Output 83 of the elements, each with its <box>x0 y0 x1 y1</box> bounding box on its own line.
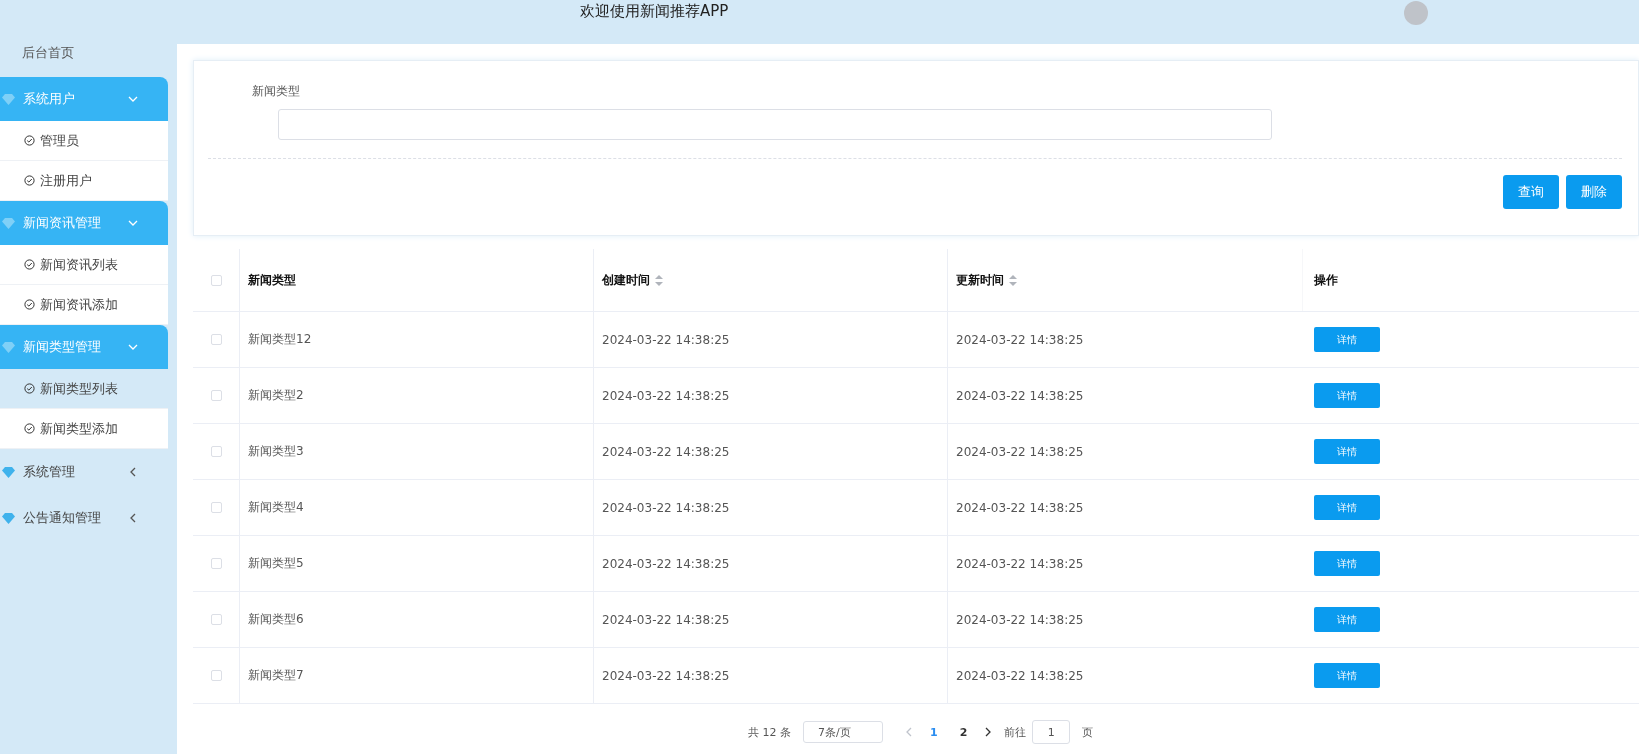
table-cell: 2024-03-22 14:38:25 <box>956 668 1084 683</box>
table-cell: 新闻类型2 <box>248 387 304 404</box>
page-input[interactable]: 1 <box>1032 720 1071 744</box>
chevron-icon <box>128 513 138 523</box>
checkbox[interactable] <box>210 558 222 569</box>
subitem-label: 新闻资讯列表 <box>40 255 118 274</box>
avatar-icon[interactable] <box>1403 0 1429 26</box>
chevron-icon <box>128 218 138 228</box>
sidebar-item[interactable]: 后台首页 <box>0 44 168 76</box>
table-cell: 新闻类型5 <box>248 555 304 572</box>
page-size-select[interactable]: 7条/页 <box>803 721 883 743</box>
sidebar-subitem[interactable]: 新闻类型添加 <box>0 409 168 449</box>
checkbox[interactable] <box>210 670 222 681</box>
prev-icon[interactable] <box>905 727 913 737</box>
column-header: 更新时间 <box>956 271 1004 289</box>
check-circle-icon <box>24 383 35 394</box>
checkbox[interactable] <box>210 274 222 286</box>
group-label: 系统用户 <box>23 90 76 108</box>
table-cell: 2024-03-22 14:38:25 <box>602 332 730 347</box>
diamond-icon <box>2 466 15 478</box>
checkbox[interactable] <box>210 390 222 401</box>
table-cell: 2024-03-22 14:38:25 <box>602 444 730 459</box>
sidebar-subitem[interactable]: 注册用户 <box>0 161 168 201</box>
page-number[interactable]: 2 <box>954 725 973 739</box>
diamond-icon <box>2 217 15 229</box>
check-circle-icon <box>24 135 35 146</box>
header-cell[interactable]: 更新时间 <box>947 249 1302 311</box>
checkbox[interactable] <box>210 614 222 625</box>
group-label: 新闻资讯管理 <box>23 214 102 232</box>
subitem-label: 新闻类型列表 <box>40 379 118 398</box>
column-header: 创建时间 <box>602 271 650 289</box>
subitem-label: 新闻类型添加 <box>40 419 118 438</box>
group-label: 公告通知管理 <box>23 509 102 527</box>
sidebar-subitem[interactable]: 新闻资讯添加 <box>0 285 168 325</box>
table-cell: 新闻类型6 <box>248 611 304 628</box>
table-cell: 2024-03-22 14:38:25 <box>602 612 730 627</box>
page-title: 欢迎使用新闻推荐APP <box>580 2 729 21</box>
chevron-icon <box>128 467 138 477</box>
table-cell: 2024-03-22 14:38:25 <box>602 500 730 515</box>
chevron-icon <box>128 342 138 352</box>
check-circle-icon <box>24 299 35 310</box>
check-circle-icon <box>24 423 35 434</box>
page-number[interactable]: 1 <box>925 725 943 739</box>
table-cell: 2024-03-22 14:38:25 <box>956 556 1084 571</box>
subitem-label: 注册用户 <box>40 171 92 190</box>
check-circle-icon <box>24 259 35 270</box>
header-cell[interactable]: 创建时间 <box>593 249 947 311</box>
group-label: 系统管理 <box>23 463 76 481</box>
table-cell: 2024-03-22 14:38:25 <box>602 556 730 571</box>
table-cell: 2024-03-22 14:38:25 <box>602 388 730 403</box>
table-cell: 新闻类型7 <box>248 667 304 684</box>
table-cell: 2024-03-22 14:38:25 <box>956 332 1084 347</box>
next-icon[interactable] <box>984 727 993 737</box>
checkbox[interactable] <box>210 334 222 345</box>
checkbox[interactable] <box>210 502 222 513</box>
table-cell: 新闻类型12 <box>248 331 312 348</box>
table-cell: 新闻类型3 <box>248 443 304 460</box>
sidebar-subitem[interactable]: 管理员 <box>0 121 168 161</box>
sort-icon[interactable] <box>655 274 663 286</box>
table-cell: 2024-03-22 14:38:25 <box>956 388 1084 403</box>
total-count: 共 12 条 <box>748 724 791 740</box>
group-label: 新闻类型管理 <box>23 338 102 356</box>
table-cell: 2024-03-22 14:38:25 <box>956 612 1084 627</box>
page-suffix: 页 <box>1082 724 1094 740</box>
diamond-icon <box>2 512 15 524</box>
table-cell: 2024-03-22 14:38:25 <box>956 500 1084 515</box>
table-cell: 2024-03-22 14:38:25 <box>956 444 1084 459</box>
sort-icon[interactable] <box>1009 274 1017 286</box>
sidebar-subitem[interactable]: 新闻资讯列表 <box>0 245 168 285</box>
subitem-label: 管理员 <box>40 131 79 150</box>
diamond-icon <box>2 93 15 105</box>
table-cell: 2024-03-22 14:38:25 <box>602 668 730 683</box>
table-cell: 新闻类型4 <box>248 499 304 516</box>
field-label: 新闻类型 <box>251 83 301 100</box>
column-header: 操作 <box>1314 271 1338 289</box>
check-circle-icon <box>24 175 35 186</box>
diamond-icon <box>2 341 15 353</box>
column-header: 新闻类型 <box>248 271 296 289</box>
jump-label: 前往 <box>1004 724 1027 740</box>
input-field[interactable] <box>278 109 1272 140</box>
checkbox[interactable] <box>210 446 222 457</box>
subitem-label: 新闻资讯添加 <box>40 295 118 314</box>
chevron-icon <box>128 94 138 104</box>
